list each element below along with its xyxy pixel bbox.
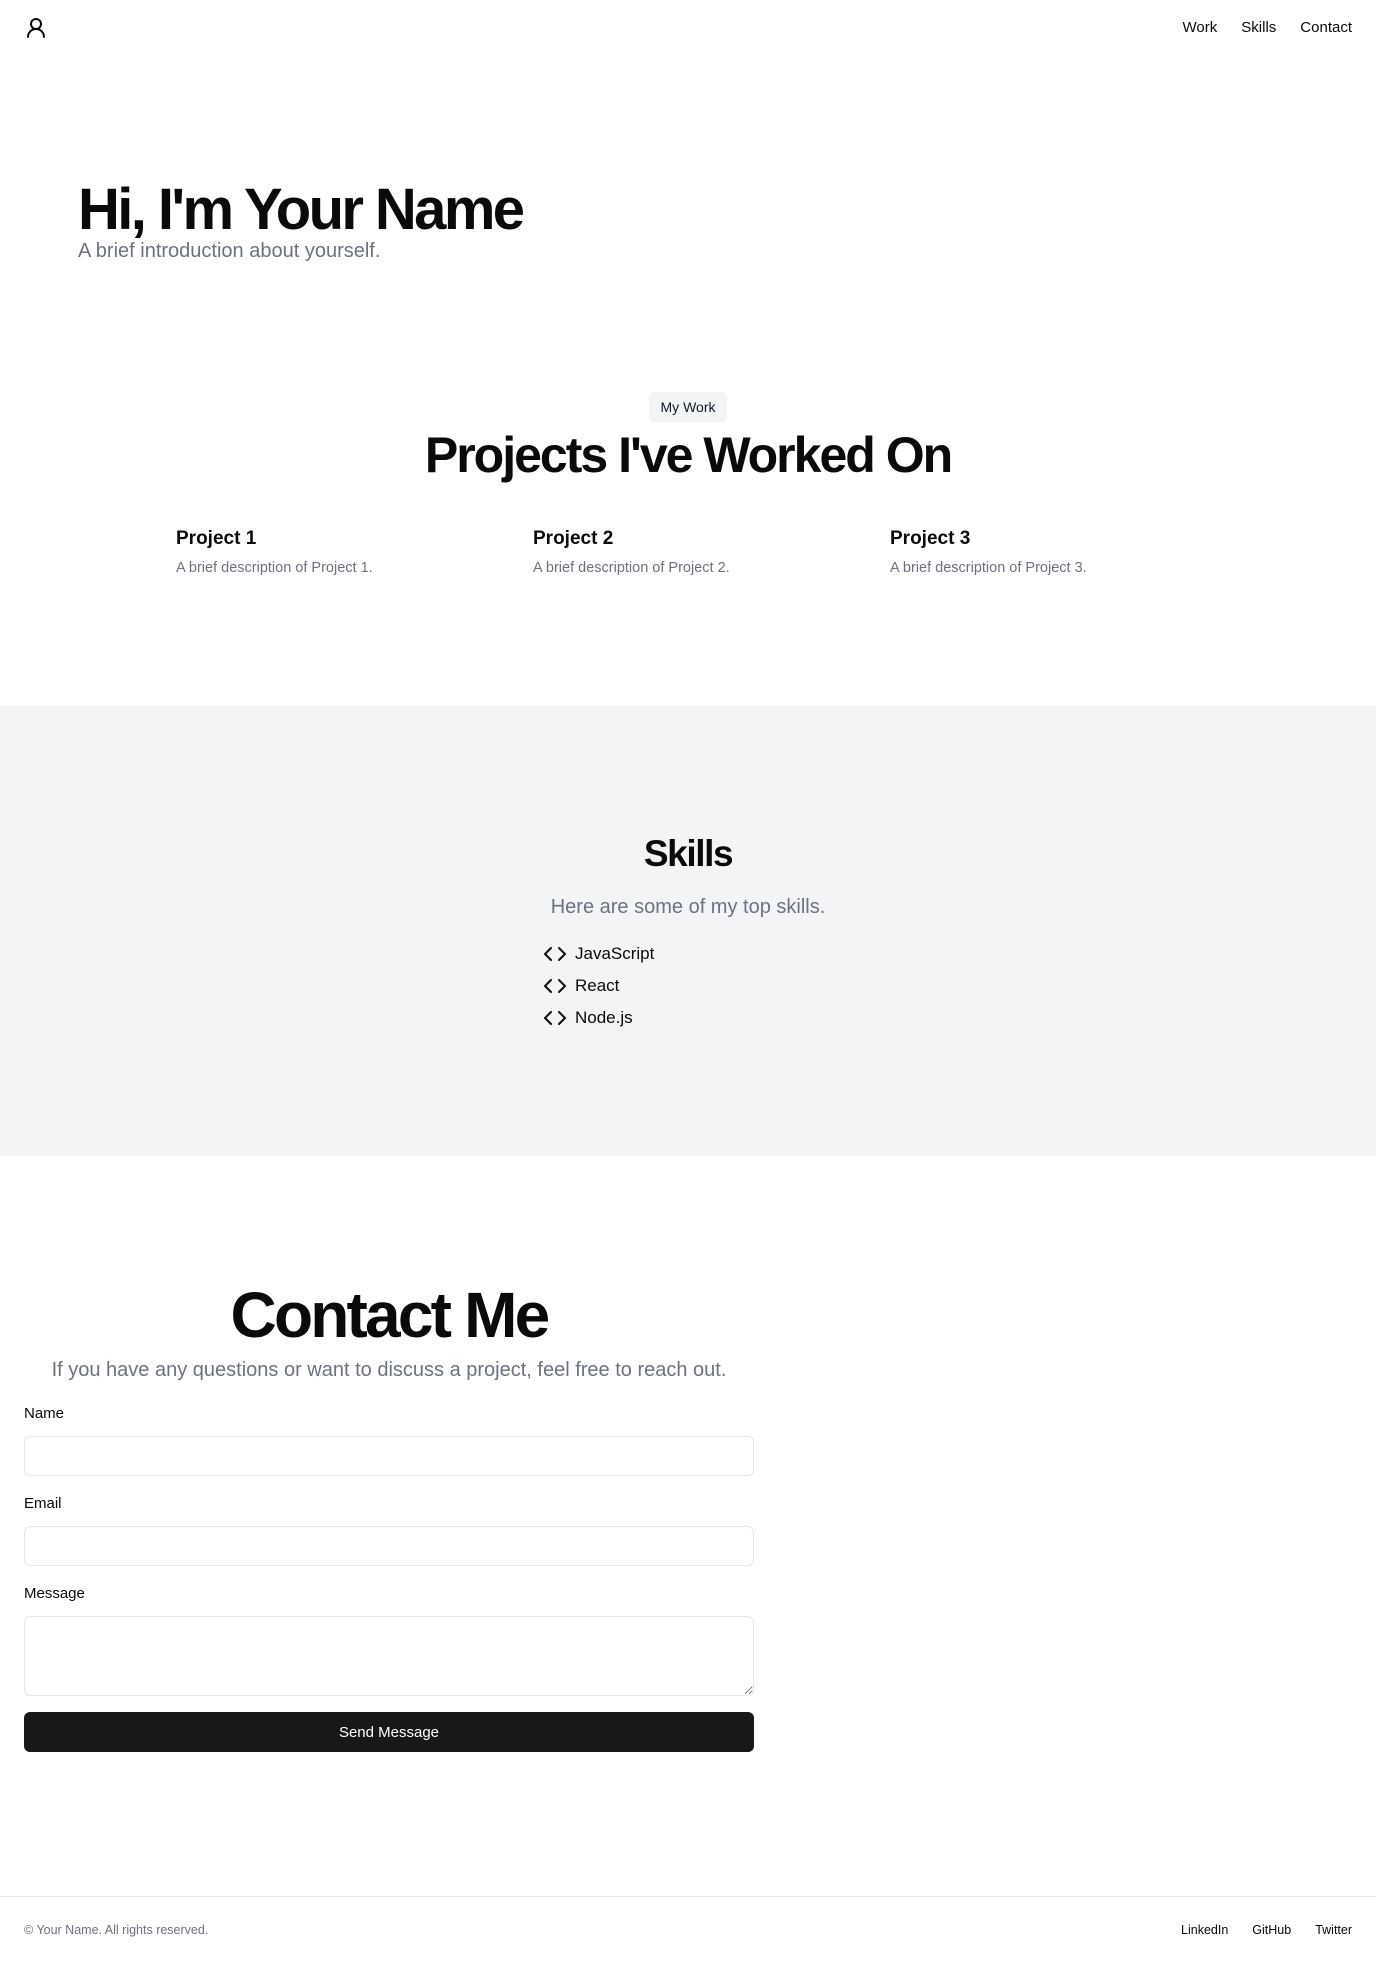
name-label: Name — [24, 1405, 65, 1422]
contact-section: Contact Me If you have any questions or … — [24, 1280, 754, 1752]
site-header: Work Skills Contact — [0, 0, 1376, 56]
site-footer: © Your Name. All rights reserved. Linked… — [0, 1896, 1376, 1961]
footer-link-linkedin[interactable]: LinkedIn — [1181, 1921, 1228, 1939]
email-input[interactable] — [24, 1526, 754, 1566]
contact-title: Contact Me — [230, 1279, 551, 1351]
skill-label: Node.js — [575, 1008, 633, 1027]
hero-section: Hi, I'm Your Name A brief introduction a… — [78, 177, 525, 264]
contact-subtitle: If you have any questions or want to dis… — [51, 1359, 727, 1381]
skill-label: JavaScript — [575, 944, 655, 963]
work-section: My Work Projects I've Worked On Project … — [0, 392, 1376, 576]
project-list: Project 1 A brief description of Project… — [176, 526, 1276, 586]
project-description: A brief description of Project 1. — [176, 560, 373, 576]
user-icon[interactable] — [24, 16, 48, 40]
code-icon — [544, 947, 566, 961]
contact-form: Name Email Message Send Message — [24, 1404, 754, 1752]
send-message-button[interactable]: Send Message — [24, 1712, 754, 1752]
copyright-text: © Your Name. All rights reserved. — [24, 1923, 209, 1937]
skill-item: React — [543, 970, 654, 1002]
nav-link-skills[interactable]: Skills — [1241, 18, 1276, 38]
section-badge: My Work — [648, 392, 728, 422]
message-textarea[interactable] — [24, 1616, 754, 1696]
hero-title: Hi, I'm Your Name — [78, 177, 525, 242]
main-nav: Work Skills Contact — [1183, 18, 1352, 38]
project-card[interactable]: Project 2 A brief description of Project… — [533, 526, 853, 578]
message-label: Message — [24, 1585, 85, 1602]
project-title: Project 1 — [176, 528, 257, 549]
project-card[interactable]: Project 3 A brief description of Project… — [890, 526, 1210, 578]
email-field-group: Email — [24, 1494, 754, 1566]
skill-list: JavaScript React Node.js — [543, 938, 654, 1034]
project-title: Project 2 — [533, 528, 614, 549]
footer-link-twitter[interactable]: Twitter — [1315, 1921, 1352, 1939]
skill-item: Node.js — [543, 1002, 654, 1034]
project-description: A brief description of Project 2. — [533, 560, 730, 576]
project-description: A brief description of Project 3. — [890, 560, 1087, 576]
skills-section: Skills Here are some of my top skills. J… — [0, 706, 1376, 1156]
project-title: Project 3 — [890, 528, 971, 549]
name-input[interactable] — [24, 1436, 754, 1476]
skill-item: JavaScript — [543, 938, 654, 970]
skills-title: Skills — [643, 833, 734, 874]
footer-links: LinkedIn GitHub Twitter — [1181, 1921, 1352, 1939]
skills-subtitle: Here are some of my top skills. — [550, 896, 826, 918]
email-label: Email — [24, 1495, 62, 1512]
skill-label: React — [575, 976, 620, 995]
work-title: Projects I've Worked On — [424, 427, 953, 483]
code-icon — [544, 1011, 566, 1025]
project-card[interactable]: Project 1 A brief description of Project… — [176, 526, 496, 578]
nav-link-contact[interactable]: Contact — [1300, 18, 1352, 38]
message-field-group: Message — [24, 1584, 754, 1696]
code-icon — [544, 979, 566, 993]
nav-link-work[interactable]: Work — [1183, 18, 1218, 38]
footer-link-github[interactable]: GitHub — [1252, 1921, 1291, 1939]
name-field-group: Name — [24, 1404, 754, 1476]
